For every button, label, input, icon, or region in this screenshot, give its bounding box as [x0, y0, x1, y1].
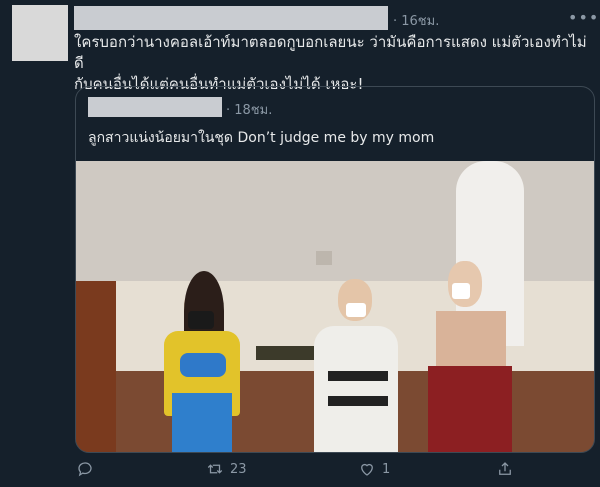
like-button[interactable]: 1 [358, 460, 390, 478]
quoted-author-redacted [88, 97, 222, 117]
tweet-text-line: ใครบอกว่านางคอลเอ้าท์มาตลอดกูบอกเลยนะ ว่… [74, 33, 587, 72]
like-count: 1 [382, 461, 391, 477]
retweet-icon [207, 464, 223, 474]
person-torso [436, 311, 506, 371]
white-dress [314, 326, 398, 452]
blue-skirt [172, 393, 232, 452]
heart-icon [361, 463, 373, 476]
reply-icon [78, 462, 92, 477]
more-dots-icon[interactable]: ••• [568, 8, 599, 27]
tweet-actions: 23 1 [0, 452, 600, 487]
face-mask [346, 303, 366, 317]
dress-lettering [328, 396, 388, 406]
dress-lettering [328, 371, 388, 381]
quoted-tweet[interactable]: · 18ชม. ลูกสาวแน่งน้อยมาในชุด Don’t judg… [75, 86, 595, 453]
quoted-timestamp: · 18ชม. [226, 103, 273, 118]
person-left-edge [76, 281, 116, 452]
blue-bra [180, 353, 226, 377]
retweet-button[interactable]: 23 [206, 460, 247, 478]
reply-button[interactable] [76, 460, 100, 478]
face-mask [452, 283, 470, 299]
wall-outlet [316, 251, 332, 265]
avatar[interactable] [12, 5, 68, 61]
quoted-tweet-text: ลูกสาวแน่งน้อยมาในชุด Don’t judge me by … [88, 130, 435, 146]
tweet-timestamp[interactable]: · 16ชม. [393, 10, 439, 31]
author-name-redacted[interactable] [74, 6, 388, 30]
face-mask [188, 311, 214, 329]
red-outfit [428, 366, 512, 452]
quoted-media-image[interactable] [76, 161, 594, 452]
share-button[interactable] [496, 460, 514, 478]
share-icon [499, 462, 511, 475]
retweet-count: 23 [230, 461, 247, 477]
